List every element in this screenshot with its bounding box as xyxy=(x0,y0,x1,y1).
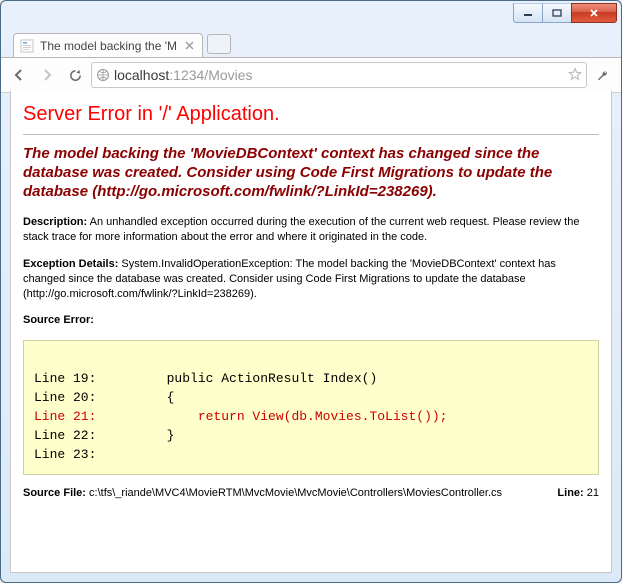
code-line-20: Line 20: { xyxy=(34,390,174,405)
code-line-21: Line 21: return View(db.Movies.ToList())… xyxy=(34,409,447,424)
code-line-22: Line 22: } xyxy=(34,428,174,443)
source-file-block: Source File: c:\tfs\_riande\MVC4\MovieRT… xyxy=(23,487,599,499)
browser-window: The model backing the 'M localhost:1234/… xyxy=(0,0,622,583)
source-file-path: c:\tfs\_riande\MVC4\MovieRTM\MvcMovie\Mv… xyxy=(86,487,502,499)
settings-wrench-icon[interactable] xyxy=(591,63,615,87)
description-block: Description: An unhandled exception occu… xyxy=(23,215,599,245)
browser-toolbar: localhost:1234/Movies xyxy=(1,57,621,93)
tab-close-icon[interactable] xyxy=(182,39,196,53)
address-bar[interactable]: localhost:1234/Movies xyxy=(91,62,587,88)
line-label: Line: xyxy=(557,487,583,499)
exception-block: Exception Details: System.InvalidOperati… xyxy=(23,257,599,302)
bookmark-star-icon[interactable] xyxy=(568,67,582,84)
url-host: localhost xyxy=(114,67,169,83)
page-icon xyxy=(20,39,34,53)
exception-label: Exception Details: xyxy=(23,258,118,270)
source-error-label: Source Error: xyxy=(23,313,599,328)
source-file-label: Source File: xyxy=(23,487,86,499)
code-line-23: Line 23: xyxy=(34,447,96,462)
page-content: Server Error in '/' Application. The mod… xyxy=(10,91,612,573)
forward-button[interactable] xyxy=(35,63,59,87)
window-titlebar xyxy=(1,1,621,31)
close-button[interactable] xyxy=(571,3,617,23)
globe-icon xyxy=(96,68,110,82)
new-tab-button[interactable] xyxy=(207,34,231,54)
description-label: Description: xyxy=(23,216,87,228)
line-number: 21 xyxy=(584,487,599,499)
error-title: Server Error in '/' Application. xyxy=(23,103,599,126)
error-subtitle: The model backing the 'MovieDBContext' c… xyxy=(23,145,599,201)
browser-tab[interactable]: The model backing the 'M xyxy=(13,33,203,57)
back-button[interactable] xyxy=(7,63,31,87)
url-text: localhost:1234/Movies xyxy=(114,67,253,83)
tab-strip: The model backing the 'M xyxy=(1,31,621,57)
source-code-box: Line 19: public ActionResult Index() Lin… xyxy=(23,340,599,475)
tab-title: The model backing the 'M xyxy=(40,39,176,53)
reload-button[interactable] xyxy=(63,63,87,87)
minimize-button[interactable] xyxy=(513,3,542,23)
maximize-button[interactable] xyxy=(542,3,572,23)
divider xyxy=(23,134,599,135)
url-path: :1234/Movies xyxy=(169,67,252,83)
code-line-19: Line 19: public ActionResult Index() xyxy=(34,371,377,386)
description-text: An unhandled exception occurred during t… xyxy=(23,216,579,243)
